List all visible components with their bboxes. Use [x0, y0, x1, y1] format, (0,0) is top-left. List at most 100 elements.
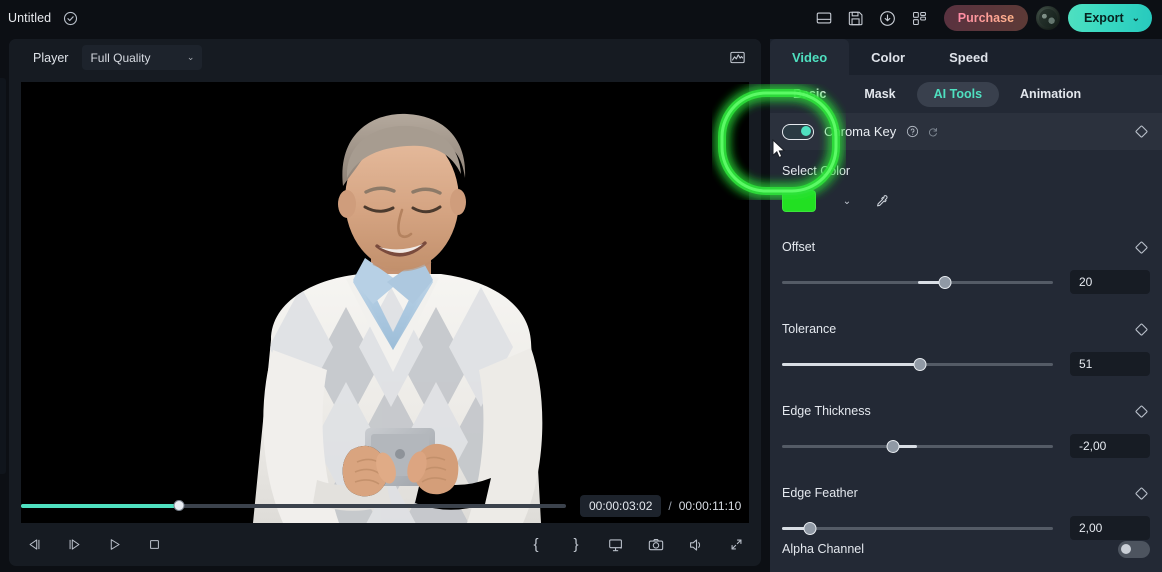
chroma-key-row: Chroma Key: [770, 113, 1162, 150]
tab-color[interactable]: Color: [849, 39, 927, 75]
account-avatar[interactable]: [1036, 6, 1061, 30]
player-label: Player: [33, 50, 69, 65]
slider-fill: [782, 362, 921, 366]
slider-handle[interactable]: [913, 357, 927, 371]
alpha-channel-toggle-wrap: [1118, 540, 1150, 558]
transport-bar: { }: [9, 523, 761, 566]
slider-handle[interactable]: [938, 275, 952, 289]
apps-grid-icon[interactable]: [904, 3, 936, 33]
keyframe-diamond-icon[interactable]: [1132, 320, 1150, 338]
param-edge-thickness-value[interactable]: -2,00: [1070, 434, 1150, 458]
mark-out-icon[interactable]: }: [565, 534, 587, 556]
chevron-down-icon: ⌄: [186, 52, 195, 62]
param-offset-slider[interactable]: [782, 275, 1053, 289]
top-bar: Untitled Purchase Export ⌄: [0, 0, 1162, 36]
inspector-panel: Video Color Speed Basic Mask AI Tools An…: [770, 39, 1162, 572]
quality-value: Full Quality: [90, 50, 151, 65]
player-panel: Player Full Quality ⌄ 00:00:03:02 / 00:0…: [9, 39, 761, 566]
chevron-down-icon: ⌄: [1131, 12, 1140, 24]
keyframe-diamond-icon[interactable]: [1132, 238, 1150, 256]
param-tolerance-slider[interactable]: [782, 357, 1053, 371]
seek-progress-fill: [21, 504, 180, 508]
tab-ai-tools[interactable]: AI Tools: [916, 81, 1000, 107]
seek-slider[interactable]: [21, 500, 566, 511]
video-preview-stage[interactable]: [21, 82, 749, 523]
save-icon[interactable]: [840, 3, 872, 33]
alpha-channel-toggle[interactable]: [1118, 540, 1150, 558]
tab-basic[interactable]: Basic: [776, 82, 843, 107]
tab-video-label: Video: [792, 49, 828, 65]
alpha-channel-label: Alpha Channel: [782, 542, 865, 556]
current-time: 00:00:03:02: [580, 495, 662, 517]
next-frame-icon[interactable]: [63, 534, 85, 556]
param-edge-feather-label: Edge Feather: [782, 486, 858, 500]
export-label: Export: [1084, 11, 1124, 25]
camera-icon[interactable]: [645, 534, 667, 556]
tab-mask[interactable]: Mask: [847, 82, 912, 107]
purchase-label: Purchase: [957, 11, 1015, 25]
time-separator: /: [668, 499, 672, 513]
param-offset: Offset 20: [770, 238, 1162, 294]
param-edge-thickness: Edge Thickness -2,00: [770, 402, 1162, 458]
keyframe-diamond-icon[interactable]: [1132, 402, 1150, 420]
color-swatch[interactable]: [782, 190, 816, 212]
play-icon[interactable]: [103, 534, 125, 556]
expand-icon[interactable]: [725, 534, 747, 556]
toggle-knob: [1121, 543, 1131, 554]
chroma-key-label: Chroma Key: [824, 124, 897, 139]
top-bar-actions: Purchase Export ⌄: [808, 3, 1162, 33]
project-title: Untitled: [8, 11, 52, 25]
split-view-icon[interactable]: [808, 3, 840, 33]
keyframe-diamond-icon[interactable]: [1132, 123, 1150, 141]
chevron-down-icon[interactable]: ⌄: [830, 190, 864, 212]
total-time: 00:00:11:10: [678, 499, 742, 513]
speaker-icon[interactable]: [685, 534, 707, 556]
keyframe-diamond-icon[interactable]: [1132, 484, 1150, 502]
param-edge-thickness-slider[interactable]: [782, 439, 1053, 453]
tab-animation-label: Animation: [1020, 87, 1082, 101]
tab-animation[interactable]: Animation: [1003, 82, 1098, 107]
param-tolerance-value[interactable]: 51: [1070, 352, 1150, 376]
select-color-section: Select Color ⌄: [770, 164, 1162, 212]
video-frame-subject: [21, 82, 749, 523]
inspector-sub-tabs: Basic Mask AI Tools Animation: [770, 75, 1162, 113]
seek-row: 00:00:03:02 / 00:00:11:10: [9, 489, 761, 523]
reset-icon[interactable]: [927, 126, 939, 138]
param-tolerance: Tolerance 51: [770, 320, 1162, 376]
mark-in-icon[interactable]: {: [525, 534, 547, 556]
transport-left-group: [23, 534, 165, 556]
question-circle-icon[interactable]: [906, 125, 919, 138]
tab-basic-label: Basic: [793, 87, 827, 101]
prev-frame-icon[interactable]: [23, 534, 45, 556]
export-button[interactable]: Export ⌄: [1068, 4, 1152, 32]
inspector-main-tabs: Video Color Speed: [770, 39, 1162, 75]
alpha-channel-row: Alpha Channel: [770, 526, 1162, 572]
stop-icon[interactable]: [143, 534, 165, 556]
param-tolerance-label: Tolerance: [782, 322, 837, 336]
tab-speed-label: Speed: [949, 49, 989, 65]
eyedropper-icon[interactable]: [868, 190, 894, 212]
left-panel-edge: [0, 78, 6, 474]
slider-handle[interactable]: [886, 439, 900, 453]
quality-select[interactable]: Full Quality ⌄: [82, 45, 203, 70]
cloud-upload-icon[interactable]: [872, 3, 904, 33]
player-header: Player Full Quality ⌄: [9, 39, 761, 76]
tab-speed[interactable]: Speed: [927, 39, 1010, 75]
param-offset-value[interactable]: 20: [1070, 270, 1150, 294]
monitor-icon[interactable]: [605, 534, 627, 556]
waveform-scope-icon[interactable]: [723, 46, 751, 70]
param-offset-label: Offset: [782, 240, 816, 254]
tab-ai-tools-label: AI Tools: [933, 87, 983, 101]
select-color-controls: ⌄: [782, 190, 1150, 212]
tab-color-label: Color: [871, 49, 906, 65]
toggle-knob: [801, 126, 811, 137]
check-circle-icon: [63, 11, 78, 26]
seek-handle[interactable]: [173, 500, 185, 511]
select-color-label: Select Color: [782, 164, 851, 178]
purchase-button[interactable]: Purchase: [943, 5, 1029, 31]
tab-video[interactable]: Video: [770, 39, 850, 75]
chroma-key-toggle[interactable]: [782, 123, 814, 140]
param-edge-thickness-label: Edge Thickness: [782, 404, 871, 418]
transport-right-group: { }: [525, 534, 747, 556]
tab-mask-label: Mask: [864, 87, 896, 101]
